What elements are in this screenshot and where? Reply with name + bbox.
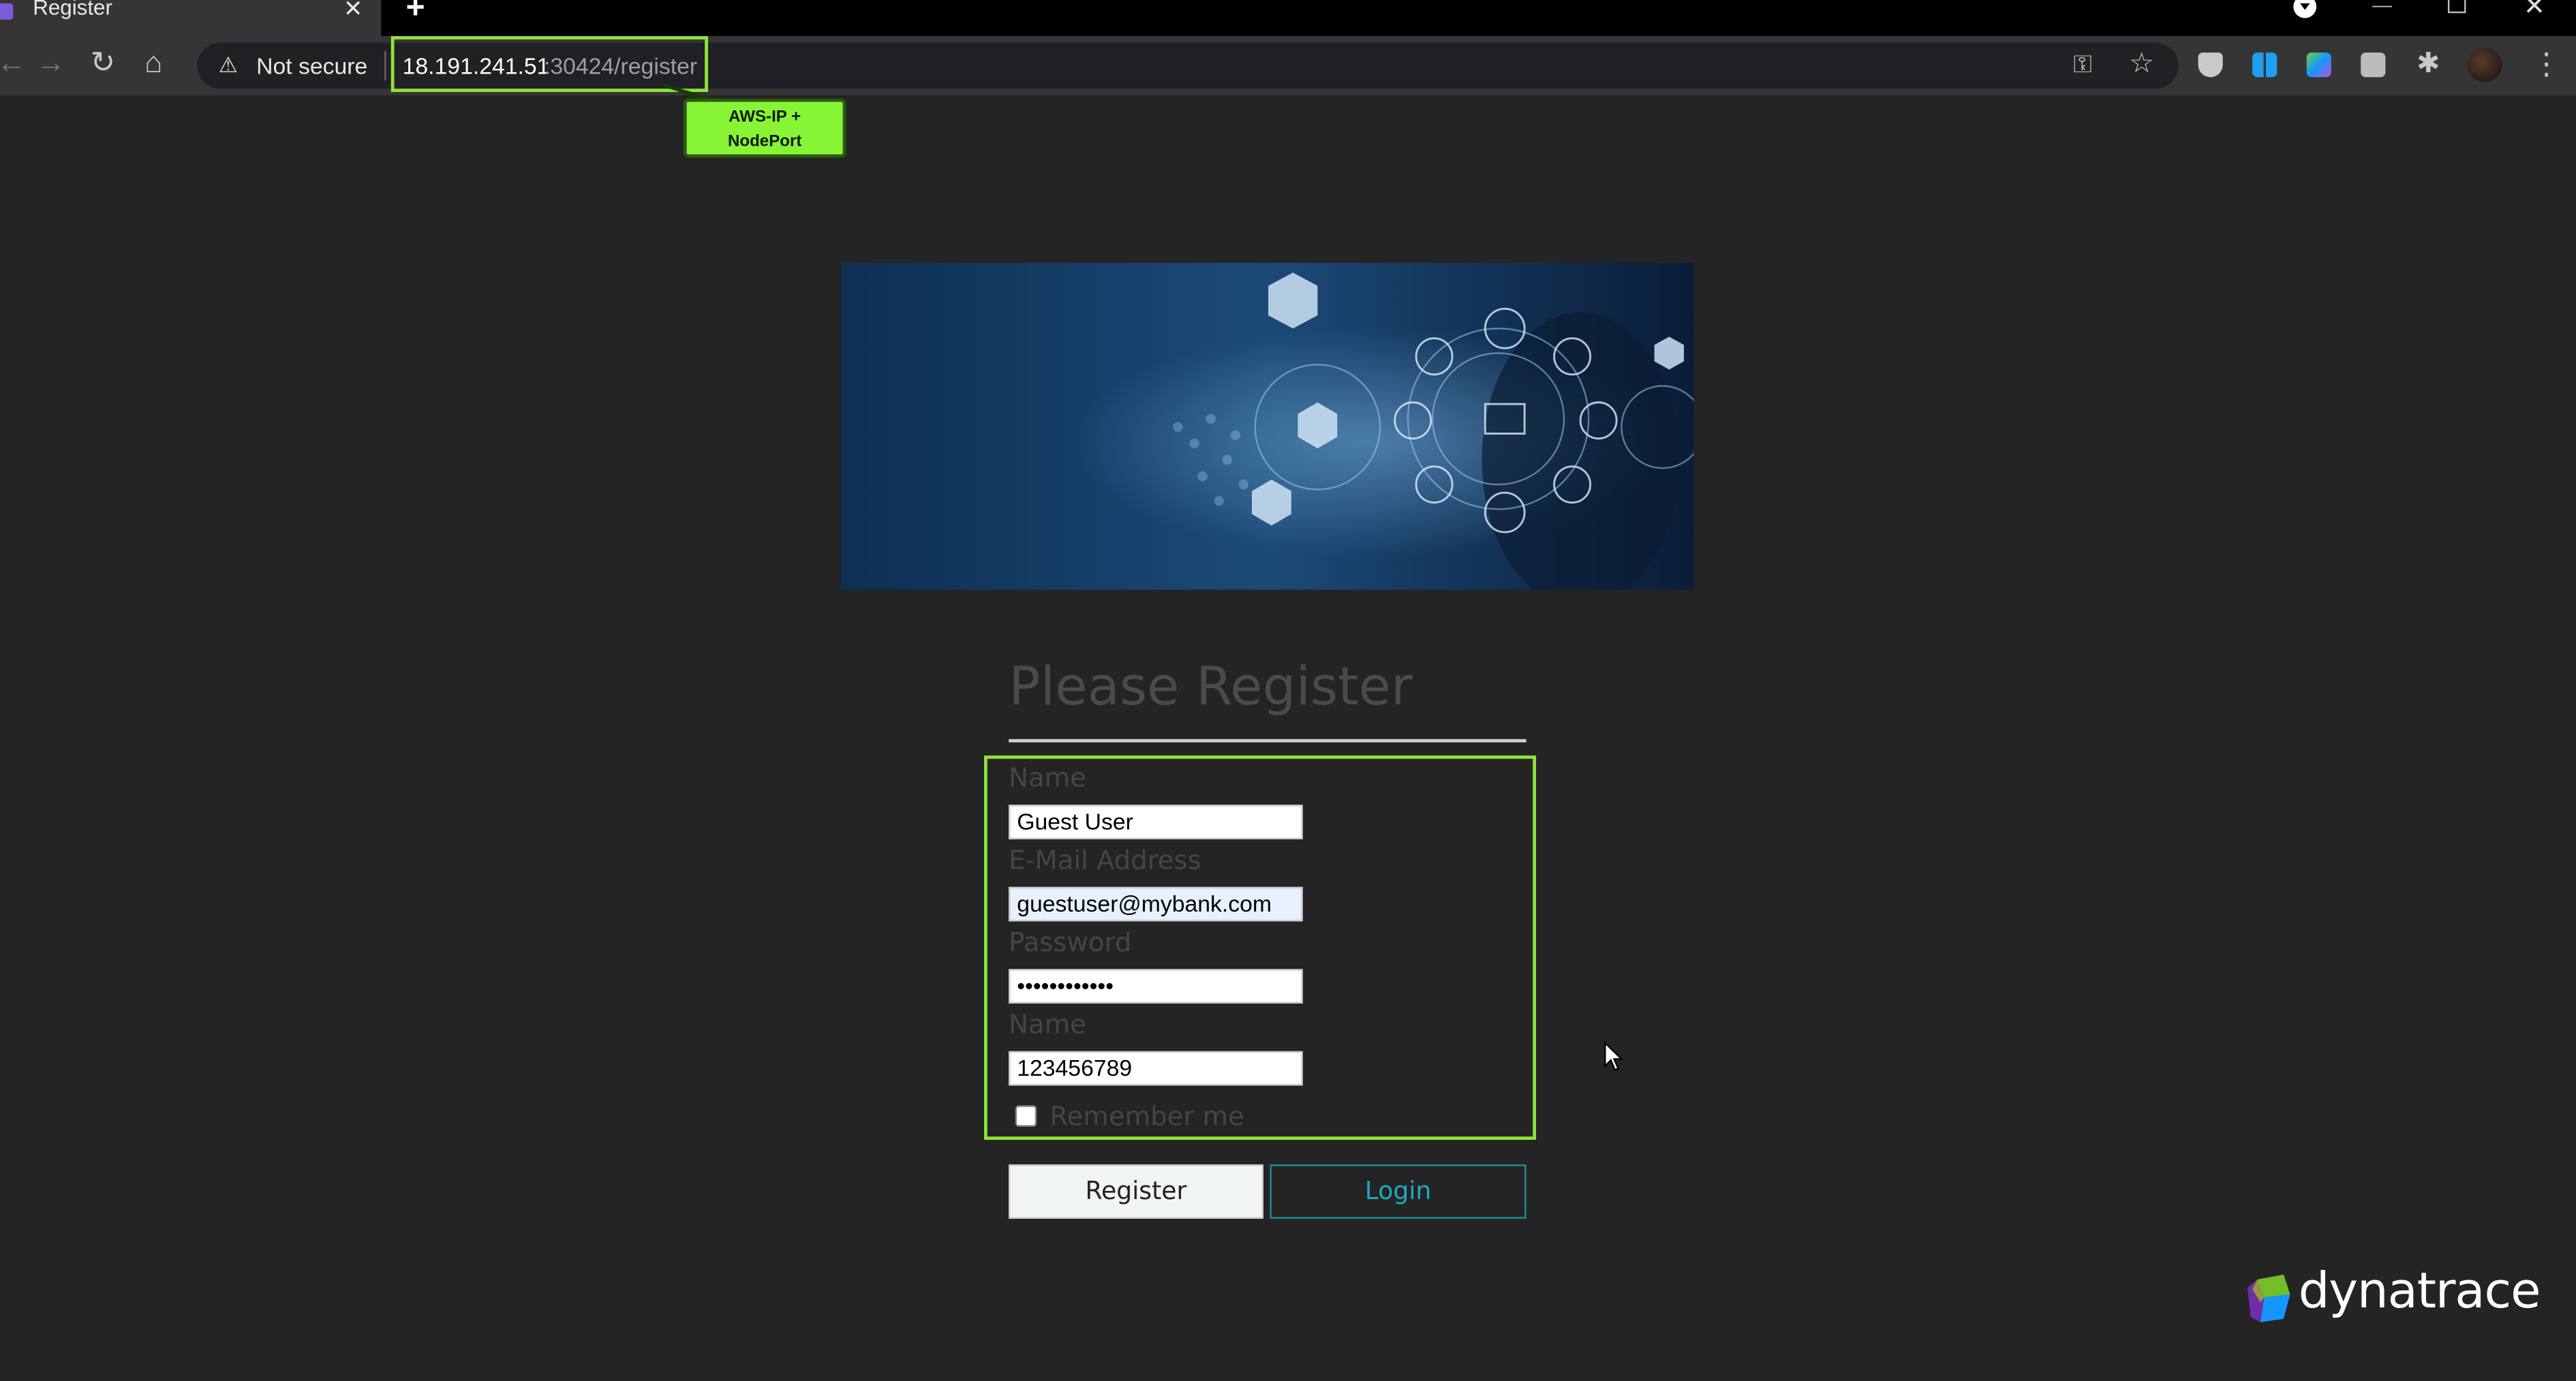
- dynatrace-extension-icon[interactable]: [2306, 52, 2331, 78]
- password-label: Password: [1009, 926, 1132, 958]
- remember-me-label[interactable]: Remember me: [1049, 1100, 1244, 1132]
- shield-extension-icon[interactable]: [2198, 52, 2223, 78]
- extensions-puzzle-icon[interactable]: ✱: [2417, 48, 2440, 80]
- annotation-callout-text: AWS-IP + NodePort: [727, 108, 802, 151]
- phone-label: Name: [1009, 1008, 1086, 1040]
- password-input[interactable]: ••••••••••••: [1009, 969, 1303, 1004]
- email-input[interactable]: guestuser@mybank.com: [1009, 886, 1303, 922]
- window-close-button[interactable]: ✕: [2524, 0, 2545, 23]
- email-label: E-Mail Address: [1009, 844, 1201, 875]
- restore-button[interactable]: [2447, 0, 2466, 14]
- minimize-button[interactable]: —: [2372, 0, 2392, 16]
- cube-extension-icon[interactable]: [2361, 52, 2386, 78]
- register-button[interactable]: Register: [1009, 1164, 1263, 1219]
- remember-me-checkbox[interactable]: [1015, 1105, 1037, 1127]
- annotation-callout: AWS-IP + NodePort: [683, 98, 846, 158]
- key-icon[interactable]: ⚿: [2073, 51, 2092, 79]
- browser-menu-icon[interactable]: ⋮: [2532, 48, 2561, 82]
- name-label: Name: [1009, 762, 1086, 794]
- banking-hero-image: [841, 262, 1694, 590]
- windows-extension-icon[interactable]: [2252, 52, 2278, 78]
- bookmark-star-icon[interactable]: ☆: [2129, 48, 2154, 80]
- phone-input[interactable]: 123456789: [1009, 1051, 1303, 1086]
- title-divider: [1009, 739, 1527, 743]
- login-button[interactable]: Login: [1270, 1164, 1527, 1219]
- page-title: Please Register: [1009, 655, 1413, 718]
- mouse-cursor-icon: [1604, 1041, 1624, 1072]
- dynatrace-logo-text: dynatrace: [2298, 1262, 2541, 1321]
- name-input[interactable]: Guest User: [1009, 805, 1303, 839]
- profile-avatar[interactable]: [2467, 47, 2502, 82]
- dynatrace-logo-icon: [2247, 1274, 2290, 1322]
